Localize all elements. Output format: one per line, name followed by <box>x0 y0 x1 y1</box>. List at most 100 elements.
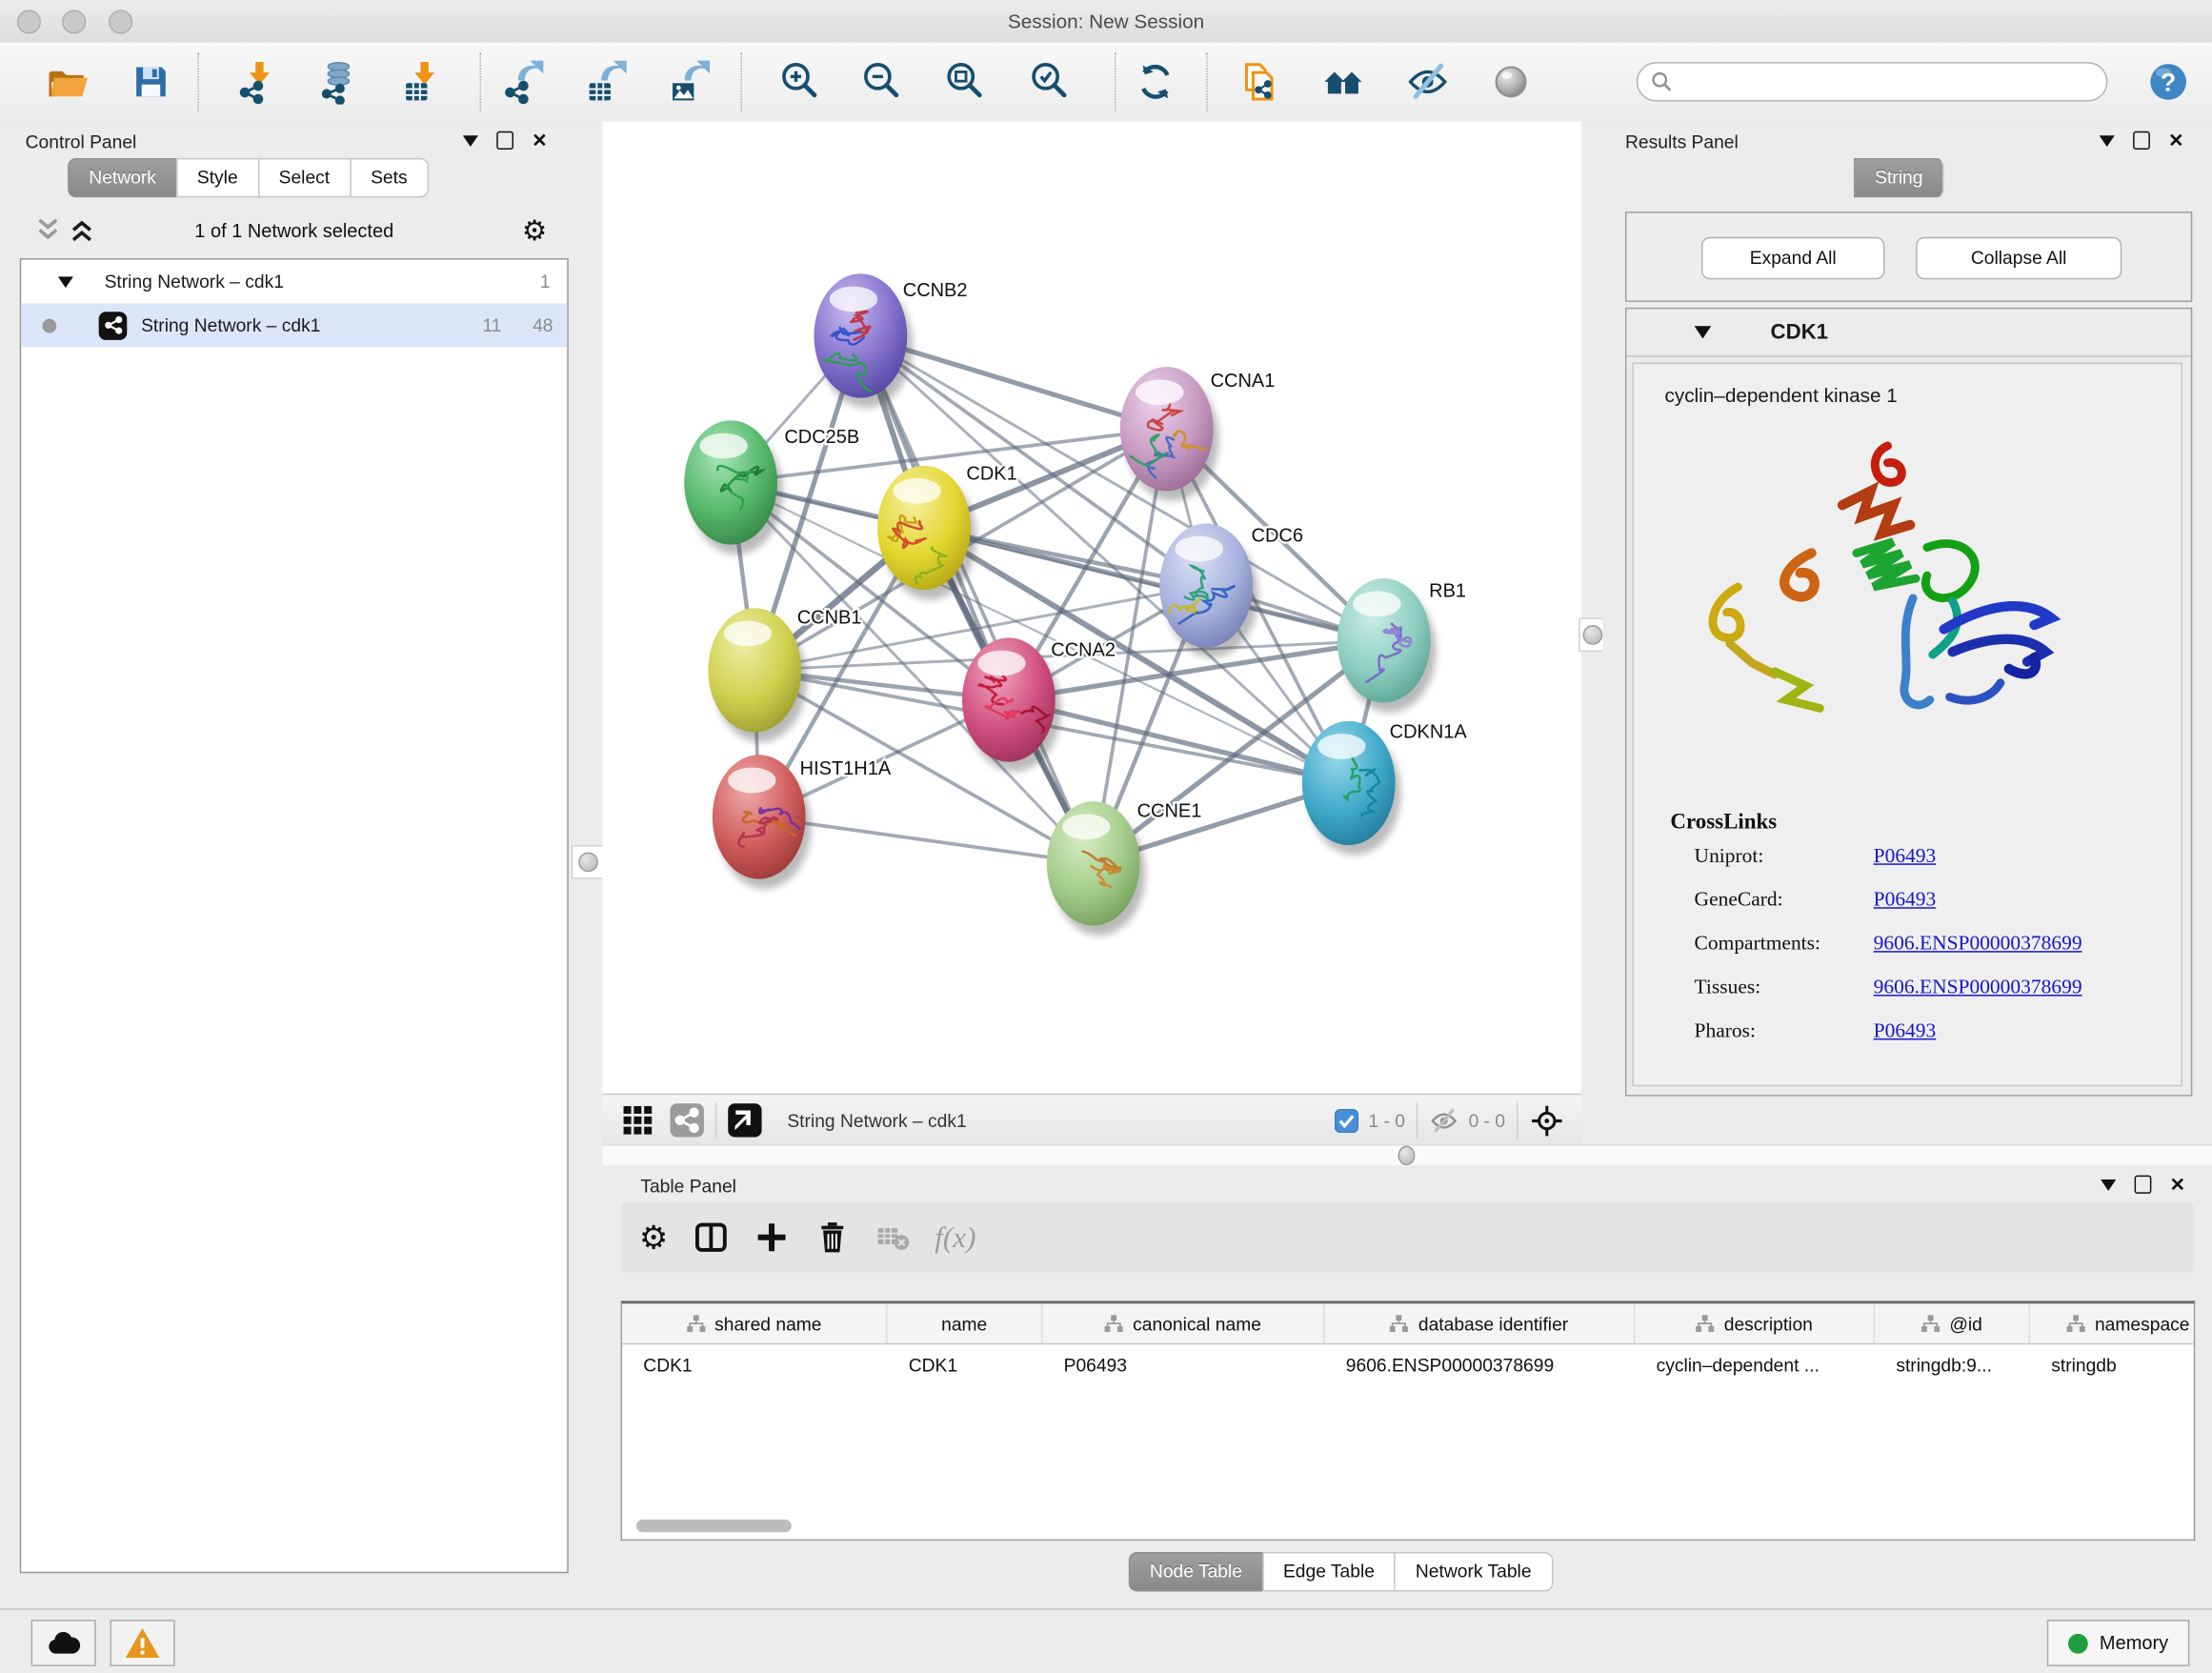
hide-selected-icon[interactable] <box>1403 56 1451 107</box>
column-header-name[interactable]: name <box>887 1303 1042 1342</box>
table-panel-splitter-handle[interactable] <box>1394 1145 1419 1165</box>
import-network-file-icon[interactable] <box>234 56 282 107</box>
network-thumbnail-icon[interactable] <box>670 1103 704 1138</box>
table-cell: P06493 <box>1042 1344 1324 1383</box>
tab-select[interactable]: Select <box>257 158 349 197</box>
network-edge[interactable] <box>924 528 1384 640</box>
crosslink-link[interactable]: P06493 <box>1874 1020 1937 1044</box>
network-options-gear-icon[interactable]: ⚙ <box>522 213 548 249</box>
column-header-description[interactable]: description <box>1635 1303 1875 1342</box>
zoom-out-icon[interactable] <box>857 56 905 107</box>
zoom-fit-icon[interactable] <box>941 56 989 107</box>
tab-network[interactable]: Network <box>68 158 176 197</box>
results-panel-close-icon[interactable]: ✕ <box>2168 132 2183 148</box>
network-node-CCNB2[interactable]: CCNB2 <box>814 273 967 408</box>
open-in-browser-icon[interactable] <box>1236 56 1283 107</box>
expand-all-button[interactable]: Expand All <box>1701 237 1885 279</box>
node-table[interactable]: shared namenamecanonical namedatabase id… <box>621 1300 2196 1541</box>
network-node-CCNE1[interactable]: CCNE1 <box>1047 800 1202 935</box>
crosslink-row: Uniprot: P06493 <box>1670 836 2181 879</box>
update-network-icon[interactable] <box>1132 56 1179 107</box>
tab-edge-table[interactable]: Edge Table <box>1262 1552 1395 1591</box>
column-header-shared-name[interactable]: shared name <box>622 1303 887 1342</box>
crosslink-link[interactable]: P06493 <box>1874 845 1937 869</box>
network-overview-icon[interactable] <box>1320 56 1368 107</box>
control-panel-float-icon[interactable] <box>463 134 478 146</box>
export-table-icon[interactable] <box>583 56 631 107</box>
warning-icon <box>126 1628 160 1658</box>
open-session-icon[interactable] <box>42 56 90 107</box>
network-node-RB1[interactable]: RB1 <box>1337 578 1466 713</box>
gene-section-header[interactable]: CDK1 <box>1626 309 2190 356</box>
node-label: CCNA1 <box>1211 371 1276 392</box>
crosslink-link[interactable]: 9606.ENSP00000378699 <box>1874 977 2082 1000</box>
search-input[interactable] <box>1673 70 2074 93</box>
gene-collapse-icon[interactable] <box>1695 326 1712 338</box>
tab-sets[interactable]: Sets <box>350 158 429 197</box>
tab-node-table[interactable]: Node Table <box>1129 1552 1262 1591</box>
results-panel-maximize-icon[interactable] <box>2133 131 2150 150</box>
control-panel-splitter-handle[interactable] <box>572 845 606 879</box>
table-panel-maximize-icon[interactable] <box>2135 1176 2152 1194</box>
node-label: CCNE1 <box>1137 800 1202 821</box>
crosslink-link[interactable]: P06493 <box>1874 889 1937 913</box>
table-cell: CDK1 <box>887 1344 1042 1383</box>
selected-checkbox-icon[interactable] <box>1335 1108 1358 1132</box>
status-bar: Memory <box>0 1608 2212 1673</box>
show-all-icon[interactable] <box>1487 56 1535 107</box>
network-edge[interactable] <box>860 335 1093 863</box>
column-header--id[interactable]: @id <box>1875 1303 2030 1342</box>
network-node-CDKN1A[interactable]: CDKN1A <box>1302 721 1468 856</box>
table-row[interactable]: CDK1CDK1P064939606.ENSP00000378699cyclin… <box>622 1344 2194 1383</box>
table-options-gear-icon[interactable]: ⚙ <box>639 1219 669 1257</box>
crosslink-row: Tissues: 9606.ENSP00000378699 <box>1670 966 2181 1010</box>
results-panel-float-icon[interactable] <box>2100 134 2115 146</box>
network-node-CDC25B[interactable]: CDC25B <box>684 420 859 554</box>
create-column-icon[interactable] <box>753 1219 790 1256</box>
network-canvas[interactable]: CCNB2 CCNA1 CDC25B CDK1 CDC6 RB1 CCNB1 <box>602 121 1581 1093</box>
cloud-status-button[interactable] <box>31 1620 96 1666</box>
network-row-selected[interactable]: String Network – cdk1 11 48 <box>21 303 567 347</box>
export-network-icon[interactable] <box>499 56 547 107</box>
table-panel-float-icon[interactable] <box>2101 1179 2116 1190</box>
tab-style[interactable]: Style <box>176 158 258 197</box>
fit-selection-crosshair-icon[interactable] <box>1529 1102 1564 1138</box>
warning-status-button[interactable] <box>111 1620 175 1666</box>
memory-button[interactable]: Memory <box>2047 1620 2189 1666</box>
network-node-CDK1[interactable]: CDK1 <box>877 464 1017 604</box>
birds-eye-view-icon[interactable] <box>728 1103 762 1138</box>
hidden-eye-slash-icon[interactable] <box>1429 1105 1458 1135</box>
column-header-canonical-name[interactable]: canonical name <box>1042 1303 1324 1342</box>
control-panel-close-icon[interactable]: ✕ <box>532 132 547 148</box>
search-field[interactable] <box>1637 62 2108 101</box>
control-panel-maximize-icon[interactable] <box>496 131 513 150</box>
toolbar-separator <box>1206 52 1207 111</box>
network-node-CDC6[interactable]: CDC6 <box>1153 523 1303 657</box>
tab-network-table[interactable]: Network Table <box>1395 1552 1553 1591</box>
import-network-database-icon[interactable] <box>314 56 362 107</box>
network-node-CCNA2[interactable]: CCNA2 <box>962 637 1116 772</box>
save-session-icon[interactable] <box>127 56 174 107</box>
table-horizontal-scrollbar[interactable] <box>636 1520 792 1532</box>
crosslink-link[interactable]: 9606.ENSP00000378699 <box>1874 933 2082 957</box>
column-header-database-identifier[interactable]: database identifier <box>1325 1303 1636 1342</box>
zoom-selected-icon[interactable] <box>1026 56 1074 107</box>
collapse-all-button[interactable]: Collapse All <box>1916 237 2122 279</box>
network-node-HIST1H1A[interactable]: HIST1H1A <box>713 755 892 889</box>
column-header-namespace[interactable]: namespace <box>2030 1303 2195 1342</box>
export-image-icon[interactable] <box>666 56 714 107</box>
crosslink-row: Pharos: P06493 <box>1670 1010 2181 1054</box>
network-collection-row[interactable]: String Network – cdk1 1 <box>21 259 567 303</box>
grid-view-icon[interactable] <box>622 1105 654 1137</box>
table-cell: CDK1 <box>622 1344 887 1383</box>
network-node-CCNA1[interactable]: CCNA1 <box>1116 367 1276 501</box>
import-table-file-icon[interactable] <box>399 56 447 107</box>
collection-expand-icon[interactable] <box>58 276 73 288</box>
help-icon[interactable]: ? <box>2144 56 2192 107</box>
zoom-in-icon[interactable] <box>775 56 823 107</box>
table-panel-close-icon[interactable]: ✕ <box>2170 1177 2185 1192</box>
function-builder-icon: f(x) <box>935 1219 975 1255</box>
delete-column-icon[interactable] <box>814 1219 851 1256</box>
show-column-icon[interactable] <box>693 1219 730 1256</box>
tab-string[interactable]: String <box>1854 158 1944 197</box>
